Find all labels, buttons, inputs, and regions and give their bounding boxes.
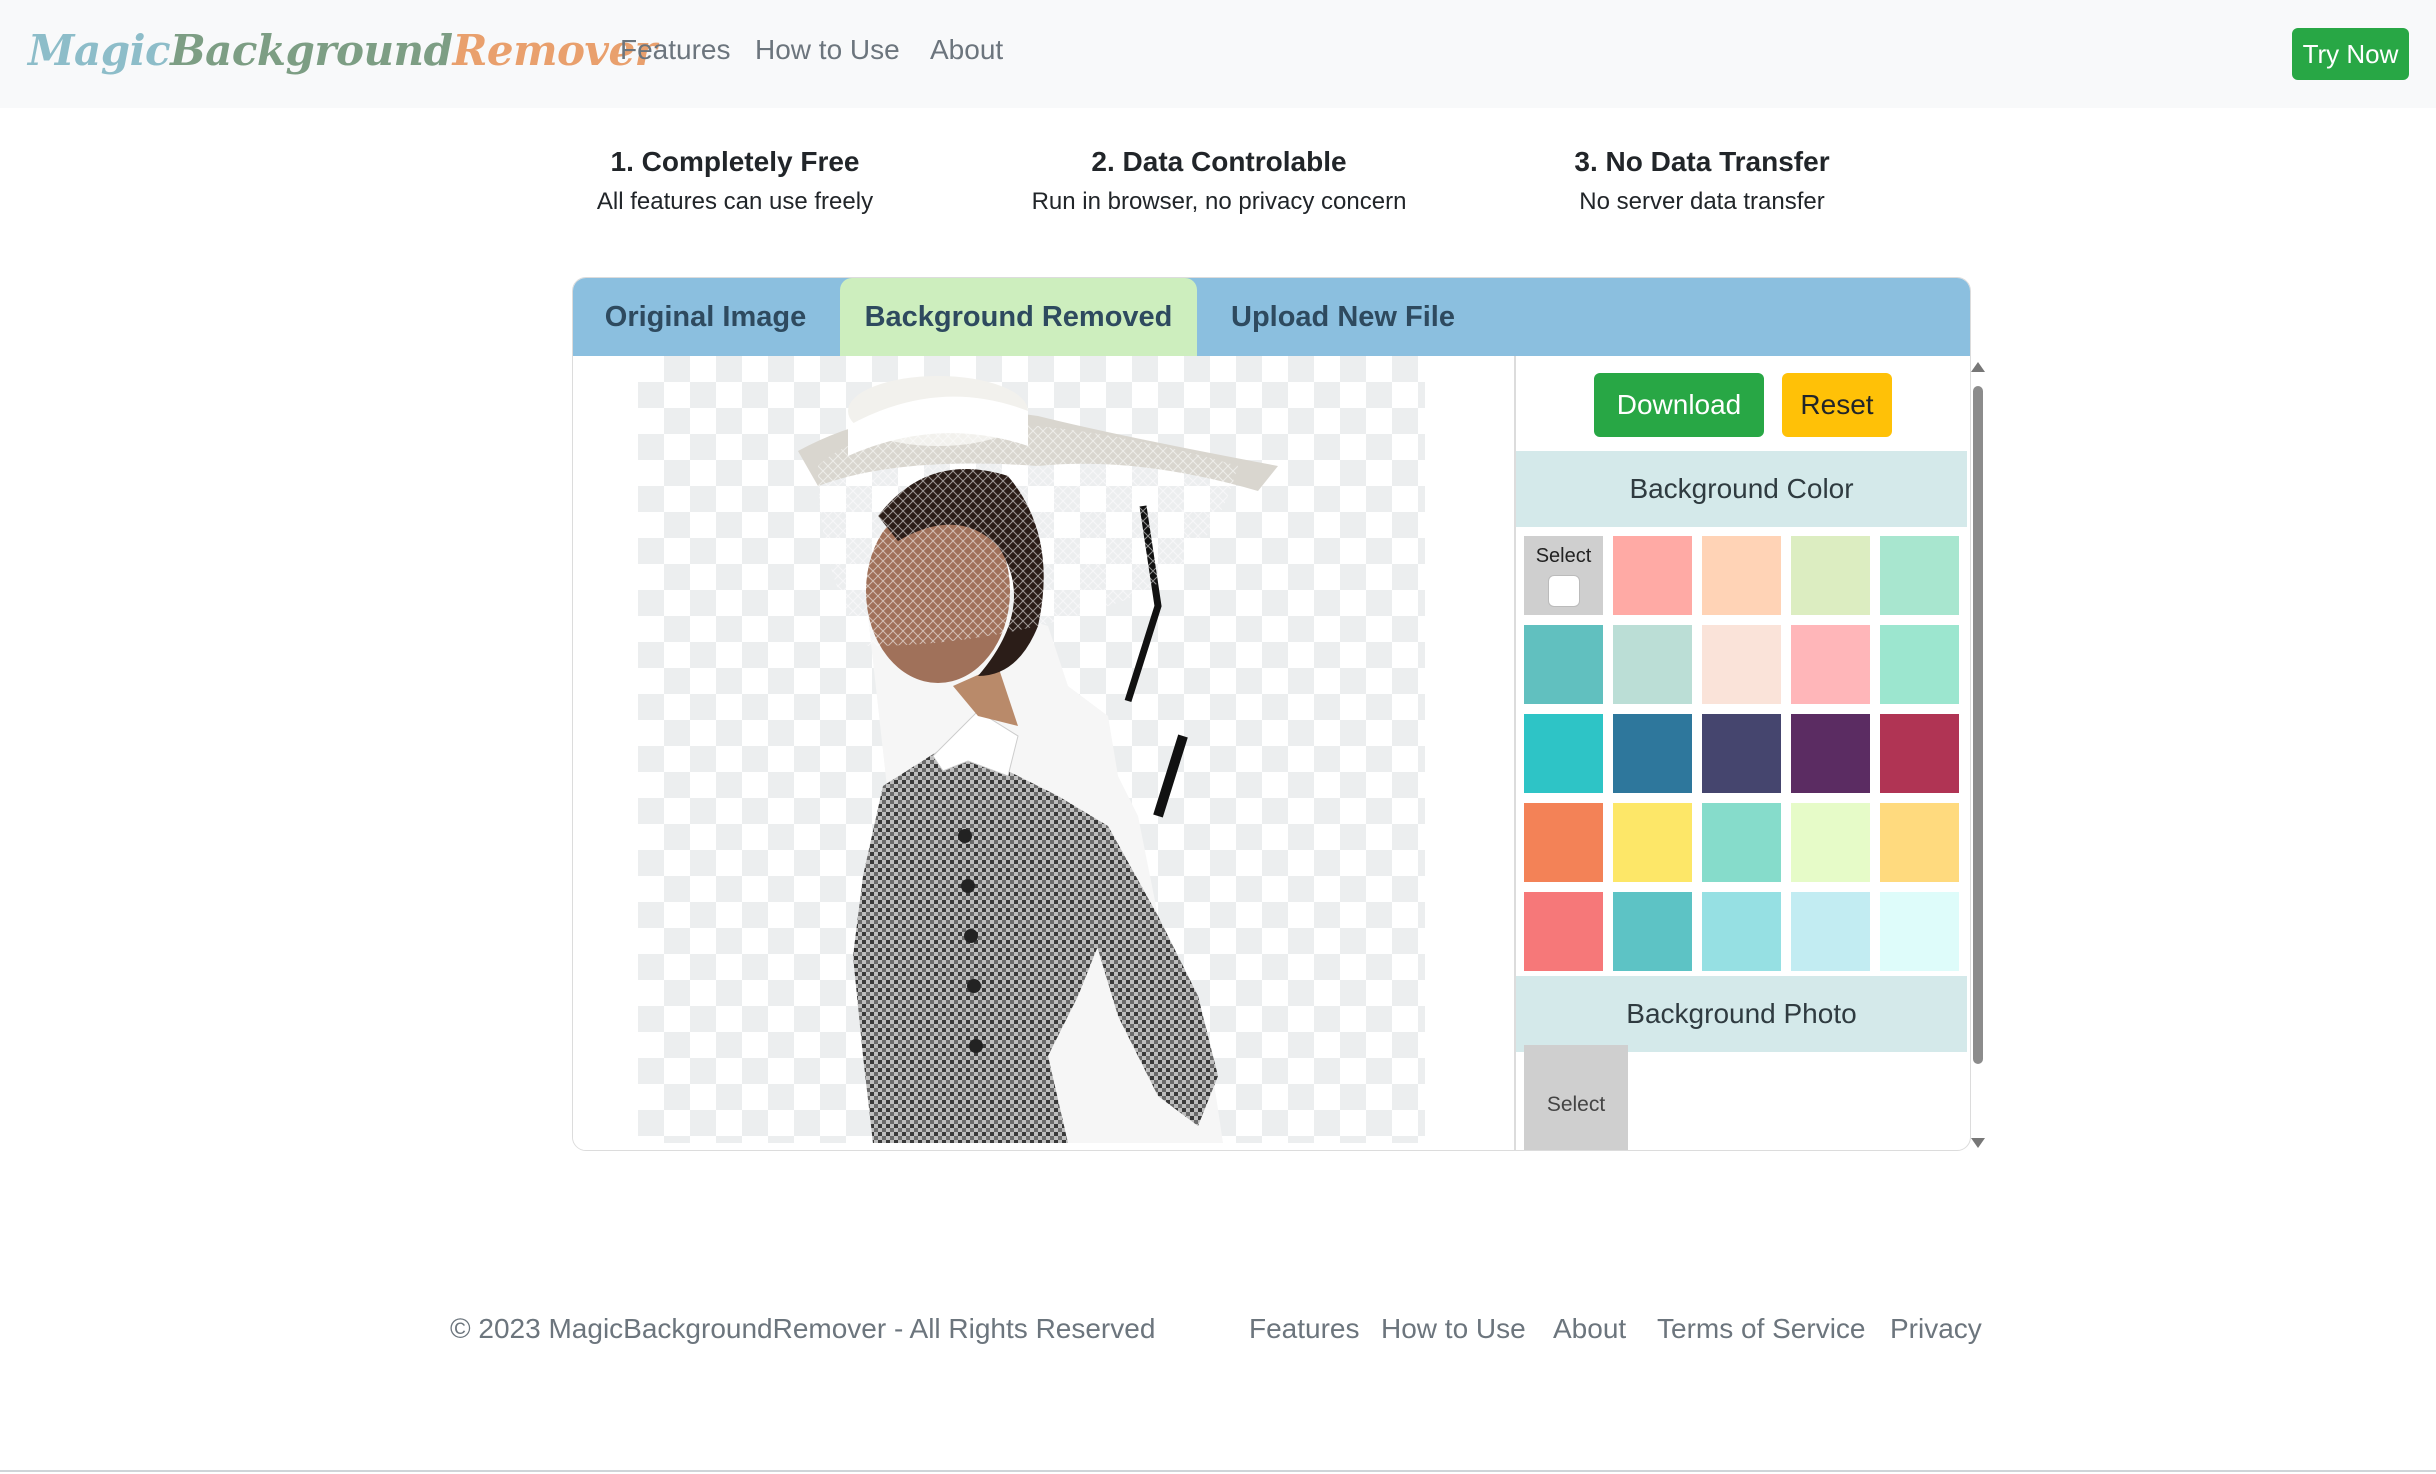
color-swatch[interactable]: [1791, 625, 1870, 704]
feature-title: 3. No Data Transfer: [1574, 146, 1830, 177]
image-canvas: [573, 356, 1514, 1150]
color-picker-box[interactable]: [1547, 575, 1580, 607]
feature-no-transfer: 3. No Data Transfer No server data trans…: [1482, 144, 1922, 220]
top-navbar: MagicBackgroundRemover Features How to U…: [0, 0, 2436, 108]
color-swatch[interactable]: [1791, 536, 1870, 615]
color-swatch[interactable]: [1613, 714, 1692, 793]
nav-link-how-to-use[interactable]: How to Use: [755, 34, 900, 66]
select-color-label: Select: [1535, 545, 1592, 567]
photo-select-label: Select: [1546, 1093, 1606, 1116]
color-swatch[interactable]: [1702, 536, 1781, 615]
feature-desc: All features can use freely: [596, 188, 874, 215]
color-swatch[interactable]: [1613, 536, 1692, 615]
panel-scrollbar[interactable]: [1967, 358, 1989, 1148]
footer-link-about[interactable]: About: [1553, 1313, 1626, 1345]
color-swatch[interactable]: [1880, 536, 1959, 615]
brand-part-magic: Magic: [28, 26, 171, 75]
nav-link-features[interactable]: Features: [620, 34, 731, 66]
custom-color-select[interactable]: Select: [1524, 536, 1603, 615]
footer-divider: [0, 1470, 2436, 1472]
brand-logo[interactable]: MagicBackgroundRemover: [28, 26, 657, 75]
color-swatch[interactable]: [1880, 892, 1959, 971]
color-swatch[interactable]: [1613, 892, 1692, 971]
background-photo-heading: Background Photo: [1516, 976, 1967, 1052]
download-button[interactable]: Download: [1594, 373, 1764, 437]
tab-upload-new-file[interactable]: Upload New File: [1197, 278, 1489, 356]
feature-desc: Run in browser, no privacy concern: [1031, 188, 1407, 215]
color-swatch[interactable]: [1524, 892, 1603, 971]
transparency-checkerboard: [638, 356, 1425, 1143]
nav-link-about[interactable]: About: [930, 34, 1003, 66]
footer-link-privacy[interactable]: Privacy: [1890, 1313, 1982, 1345]
color-swatch[interactable]: [1791, 892, 1870, 971]
color-swatch[interactable]: [1524, 803, 1603, 882]
tab-background-removed[interactable]: Background Removed: [840, 278, 1197, 356]
color-swatch[interactable]: [1791, 803, 1870, 882]
footer-link-how-to-use[interactable]: How to Use: [1381, 1313, 1526, 1345]
scroll-thumb[interactable]: [1973, 386, 1983, 1064]
color-swatch[interactable]: [1613, 625, 1692, 704]
footer-copyright: © 2023 MagicBackgroundRemover - All Righ…: [450, 1313, 1156, 1344]
cutout-subject-image: [798, 376, 1278, 1143]
feature-data-controllable: 2. Data Controlable Run in browser, no p…: [999, 144, 1439, 220]
color-swatch[interactable]: [1880, 625, 1959, 704]
brand-part-background: Background: [170, 26, 453, 75]
scroll-up-arrow-icon[interactable]: [1971, 362, 1985, 372]
feature-title: 1. Completely Free: [610, 146, 860, 177]
tab-original-image[interactable]: Original Image: [573, 278, 838, 356]
color-swatch[interactable]: [1524, 714, 1603, 793]
color-swatch[interactable]: [1613, 803, 1692, 882]
color-swatch[interactable]: [1702, 714, 1781, 793]
feature-desc: No server data transfer: [1579, 188, 1825, 215]
tab-bar: Original Image Background Removed Upload…: [573, 278, 1970, 356]
try-now-button[interactable]: Try Now: [2292, 28, 2409, 80]
editor-card: Original Image Background Removed Upload…: [572, 277, 1971, 1151]
feature-free: 1. Completely Free All features can use …: [515, 144, 955, 220]
scroll-down-arrow-icon[interactable]: [1971, 1138, 1985, 1148]
color-swatch[interactable]: [1880, 803, 1959, 882]
color-swatch[interactable]: [1702, 892, 1781, 971]
color-swatch[interactable]: [1524, 625, 1603, 704]
color-swatch[interactable]: [1791, 714, 1870, 793]
feature-title: 2. Data Controlable: [1091, 146, 1347, 177]
color-swatch[interactable]: [1880, 714, 1959, 793]
photo-select-button[interactable]: Select: [1524, 1045, 1628, 1150]
color-swatch[interactable]: [1702, 625, 1781, 704]
reset-button[interactable]: Reset: [1782, 373, 1892, 437]
background-color-heading: Background Color: [1516, 451, 1967, 527]
color-swatch[interactable]: [1702, 803, 1781, 882]
options-panel: Download Reset Background Color Select B…: [1516, 356, 1970, 1150]
footer-link-terms[interactable]: Terms of Service: [1657, 1313, 1866, 1345]
footer-link-features[interactable]: Features: [1249, 1313, 1360, 1345]
